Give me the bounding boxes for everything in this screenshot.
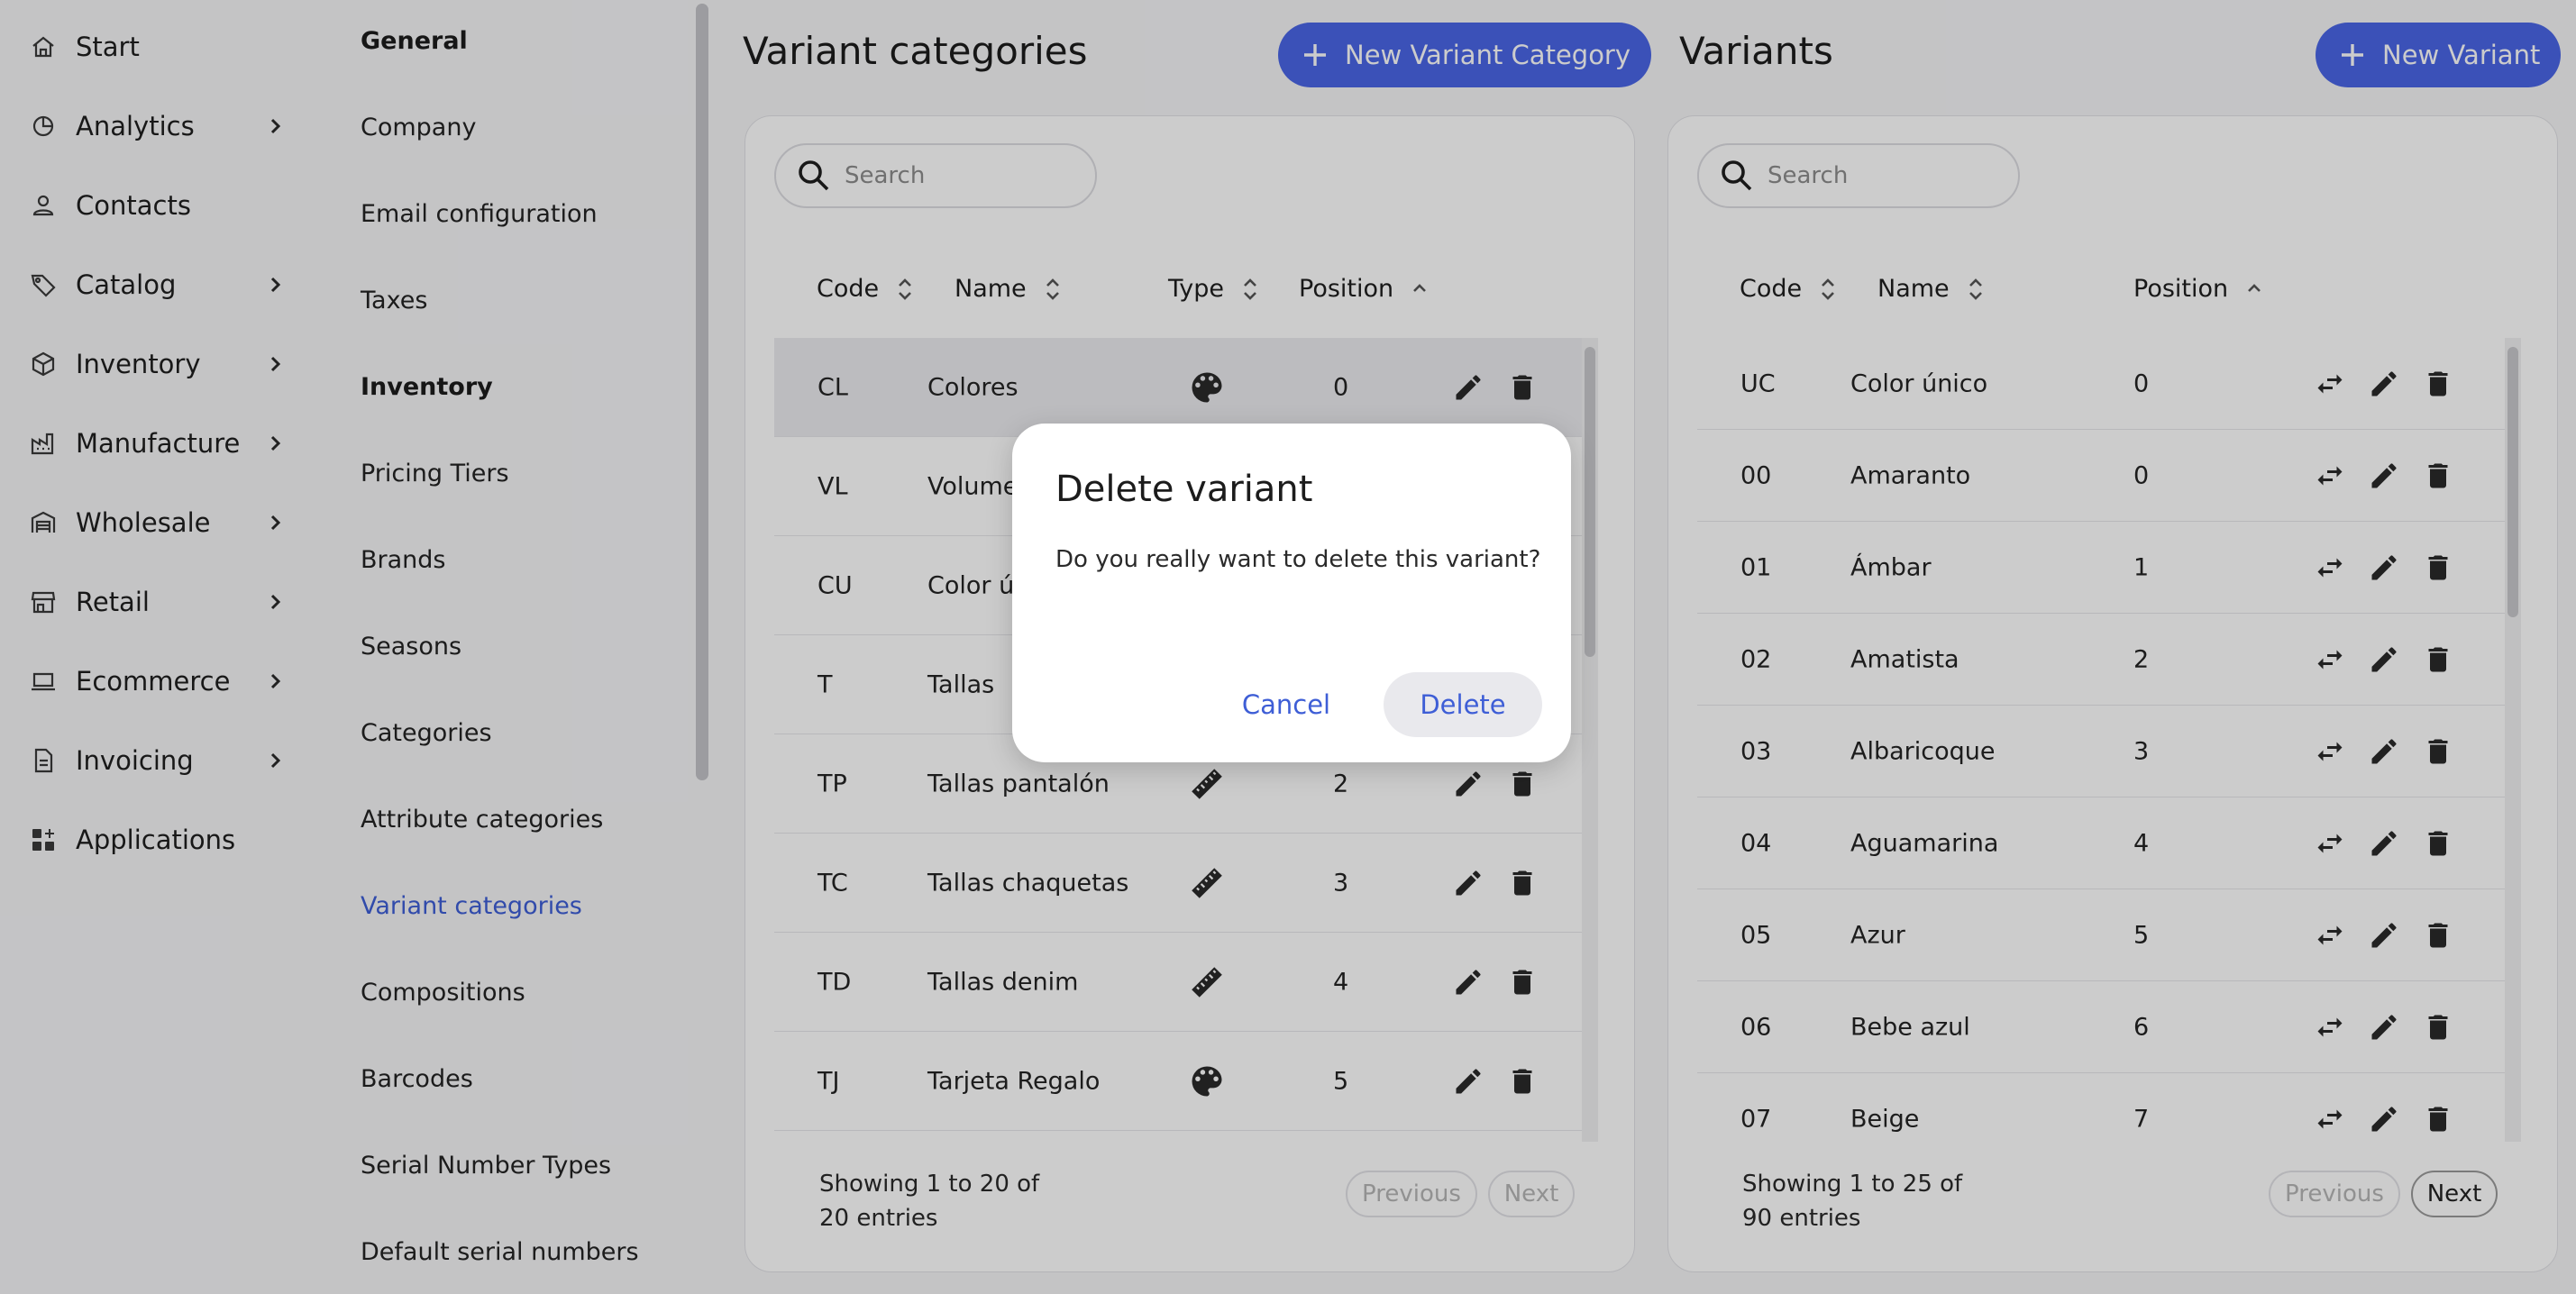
app-root: Start Analytics Contacts Catalog Invento… bbox=[0, 0, 2576, 1294]
cancel-button[interactable]: Cancel bbox=[1214, 672, 1358, 737]
delete-button[interactable]: Delete bbox=[1384, 672, 1542, 737]
dialog-message: Do you really want to delete this varian… bbox=[1055, 546, 1541, 573]
dialog-title: Delete variant bbox=[1055, 469, 1313, 510]
delete-variant-dialog: Delete variant Do you really want to del… bbox=[1012, 424, 1571, 762]
